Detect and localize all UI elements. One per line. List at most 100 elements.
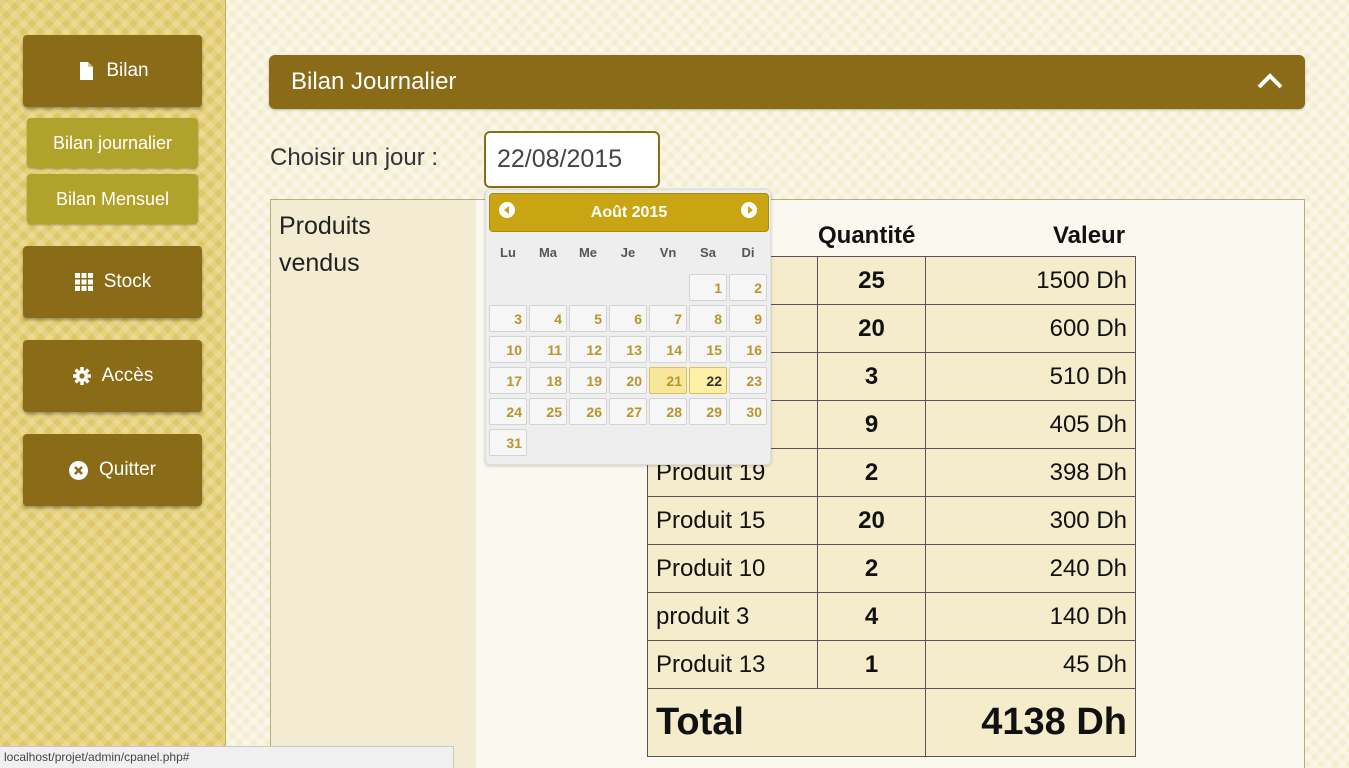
calendar-day[interactable]: 2 (729, 274, 767, 301)
prev-month-icon[interactable] (499, 202, 515, 218)
bilan-button-label: Bilan (106, 60, 149, 81)
bilan-button[interactable]: Bilan (23, 35, 202, 107)
calendar-day[interactable]: 9 (729, 305, 767, 332)
header-valeur: Valeur (1053, 222, 1126, 249)
calendar-day[interactable]: 10 (489, 336, 527, 363)
calendar-day[interactable]: 18 (529, 367, 567, 394)
cell-value: 1500 Dh (925, 256, 1136, 305)
weekday-label: Je (620, 245, 636, 260)
datepicker: Août 2015 Lu Ma Me Je Vn Sa Di 1 2 3 4 5 6 7 8 9 10 11 12… (485, 189, 771, 465)
calendar-day[interactable]: 13 (609, 336, 647, 363)
weekday-label: Sa (700, 245, 716, 260)
grid-icon (74, 272, 94, 292)
calendar-day[interactable]: 17 (489, 367, 527, 394)
panel-header[interactable]: Bilan Journalier (269, 55, 1305, 109)
calendar-day[interactable]: 14 (649, 336, 687, 363)
cell-name: Produit 15 (647, 496, 818, 545)
weekday-label: Di (741, 245, 755, 260)
total-row: Total 4138 Dh (647, 688, 1136, 757)
close-circle-icon (69, 460, 89, 480)
gear-icon (72, 366, 92, 386)
calendar-day[interactable]: 30 (729, 398, 767, 425)
table-row: Produit 15 20 300 Dh (647, 496, 1136, 545)
cell-value: 405 Dh (925, 400, 1136, 449)
cell-qty: 9 (817, 400, 926, 449)
cell-qty: 1 (817, 640, 926, 689)
weekday-label: Ma (538, 245, 558, 260)
cell-qty: 2 (817, 544, 926, 593)
status-bar-url: localhost/projet/admin/cpanel.php# (0, 746, 454, 768)
date-input[interactable] (484, 131, 660, 188)
calendar-day[interactable]: 3 (489, 305, 527, 332)
calendar-day[interactable]: 24 (489, 398, 527, 425)
cell-qty: 4 (817, 592, 926, 641)
cell-value: 240 Dh (925, 544, 1136, 593)
quitter-button-label: Quitter (98, 459, 157, 480)
cell-name: produit 3 (647, 592, 818, 641)
weekday-label: Me (578, 245, 598, 260)
cell-qty: 3 (817, 352, 926, 401)
table-row: Produit 13 1 45 Dh (647, 640, 1136, 689)
acces-button-label: Accès (101, 365, 154, 386)
cell-value: 300 Dh (925, 496, 1136, 545)
calendar-day[interactable]: 11 (529, 336, 567, 363)
header-quantite: Quantité (818, 222, 916, 249)
datepicker-month-label: Août 2015 (590, 203, 668, 221)
datepicker-header: Août 2015 (489, 193, 769, 232)
calendar-day[interactable]: 4 (529, 305, 567, 332)
calendar-day[interactable]: 26 (569, 398, 607, 425)
products-sold-line1: Produits (279, 212, 371, 240)
cell-qty: 20 (817, 496, 926, 545)
stock-button-label: Stock (103, 271, 152, 292)
calendar-day[interactable]: 8 (689, 305, 727, 332)
calendar-day[interactable]: 28 (649, 398, 687, 425)
calendar-day[interactable]: 22 (689, 367, 727, 394)
file-icon (76, 61, 96, 81)
calendar-day[interactable]: 23 (729, 367, 767, 394)
total-label: Total (647, 688, 926, 757)
cell-qty: 25 (817, 256, 926, 305)
products-sold-title: Produits vendus (279, 208, 459, 282)
cell-value: 140 Dh (925, 592, 1136, 641)
calendar-day[interactable]: 29 (689, 398, 727, 425)
cell-name: Produit 13 (647, 640, 818, 689)
acces-button[interactable]: Accès (23, 340, 202, 412)
chevron-up-icon[interactable] (1257, 68, 1283, 96)
table-row: Produit 10 2 240 Dh (647, 544, 1136, 593)
bilan-journalier-label: Bilan journalier (52, 132, 173, 153)
next-month-icon[interactable] (741, 202, 757, 218)
calendar-day[interactable]: 31 (489, 429, 527, 456)
cell-qty: 20 (817, 304, 926, 353)
stock-button[interactable]: Stock (23, 246, 202, 318)
total-value: 4138 Dh (925, 688, 1136, 757)
weekday-label: Lu (500, 245, 516, 260)
bilan-journalier-button[interactable]: Bilan journalier (27, 118, 198, 168)
cell-value: 45 Dh (925, 640, 1136, 689)
bilan-mensuel-button[interactable]: Bilan Mensuel (27, 174, 198, 224)
calendar-day[interactable]: 16 (729, 336, 767, 363)
calendar-day[interactable]: 20 (609, 367, 647, 394)
calendar-day[interactable]: 6 (609, 305, 647, 332)
calendar-day[interactable]: 19 (569, 367, 607, 394)
products-column (271, 200, 476, 768)
calendar-day[interactable]: 15 (689, 336, 727, 363)
calendar-day[interactable]: 5 (569, 305, 607, 332)
quitter-button[interactable]: Quitter (23, 434, 202, 506)
panel-title: Bilan Journalier (291, 68, 457, 95)
cell-value: 600 Dh (925, 304, 1136, 353)
weekday-label: Vn (659, 245, 677, 260)
choose-day-label: Choisir un jour : (270, 144, 439, 171)
calendar-day[interactable]: 12 (569, 336, 607, 363)
table-row: produit 3 4 140 Dh (647, 592, 1136, 641)
cell-qty: 2 (817, 448, 926, 497)
calendar-day[interactable]: 21 (649, 367, 687, 394)
products-sold-line2: vendus (279, 249, 360, 277)
cell-value: 398 Dh (925, 448, 1136, 497)
calendar-day[interactable]: 27 (609, 398, 647, 425)
calendar-day[interactable]: 1 (689, 274, 727, 301)
cell-value: 510 Dh (925, 352, 1136, 401)
calendar-day[interactable]: 25 (529, 398, 567, 425)
calendar-day[interactable]: 7 (649, 305, 687, 332)
cell-name: Produit 10 (647, 544, 818, 593)
bilan-mensuel-label: Bilan Mensuel (55, 188, 170, 209)
